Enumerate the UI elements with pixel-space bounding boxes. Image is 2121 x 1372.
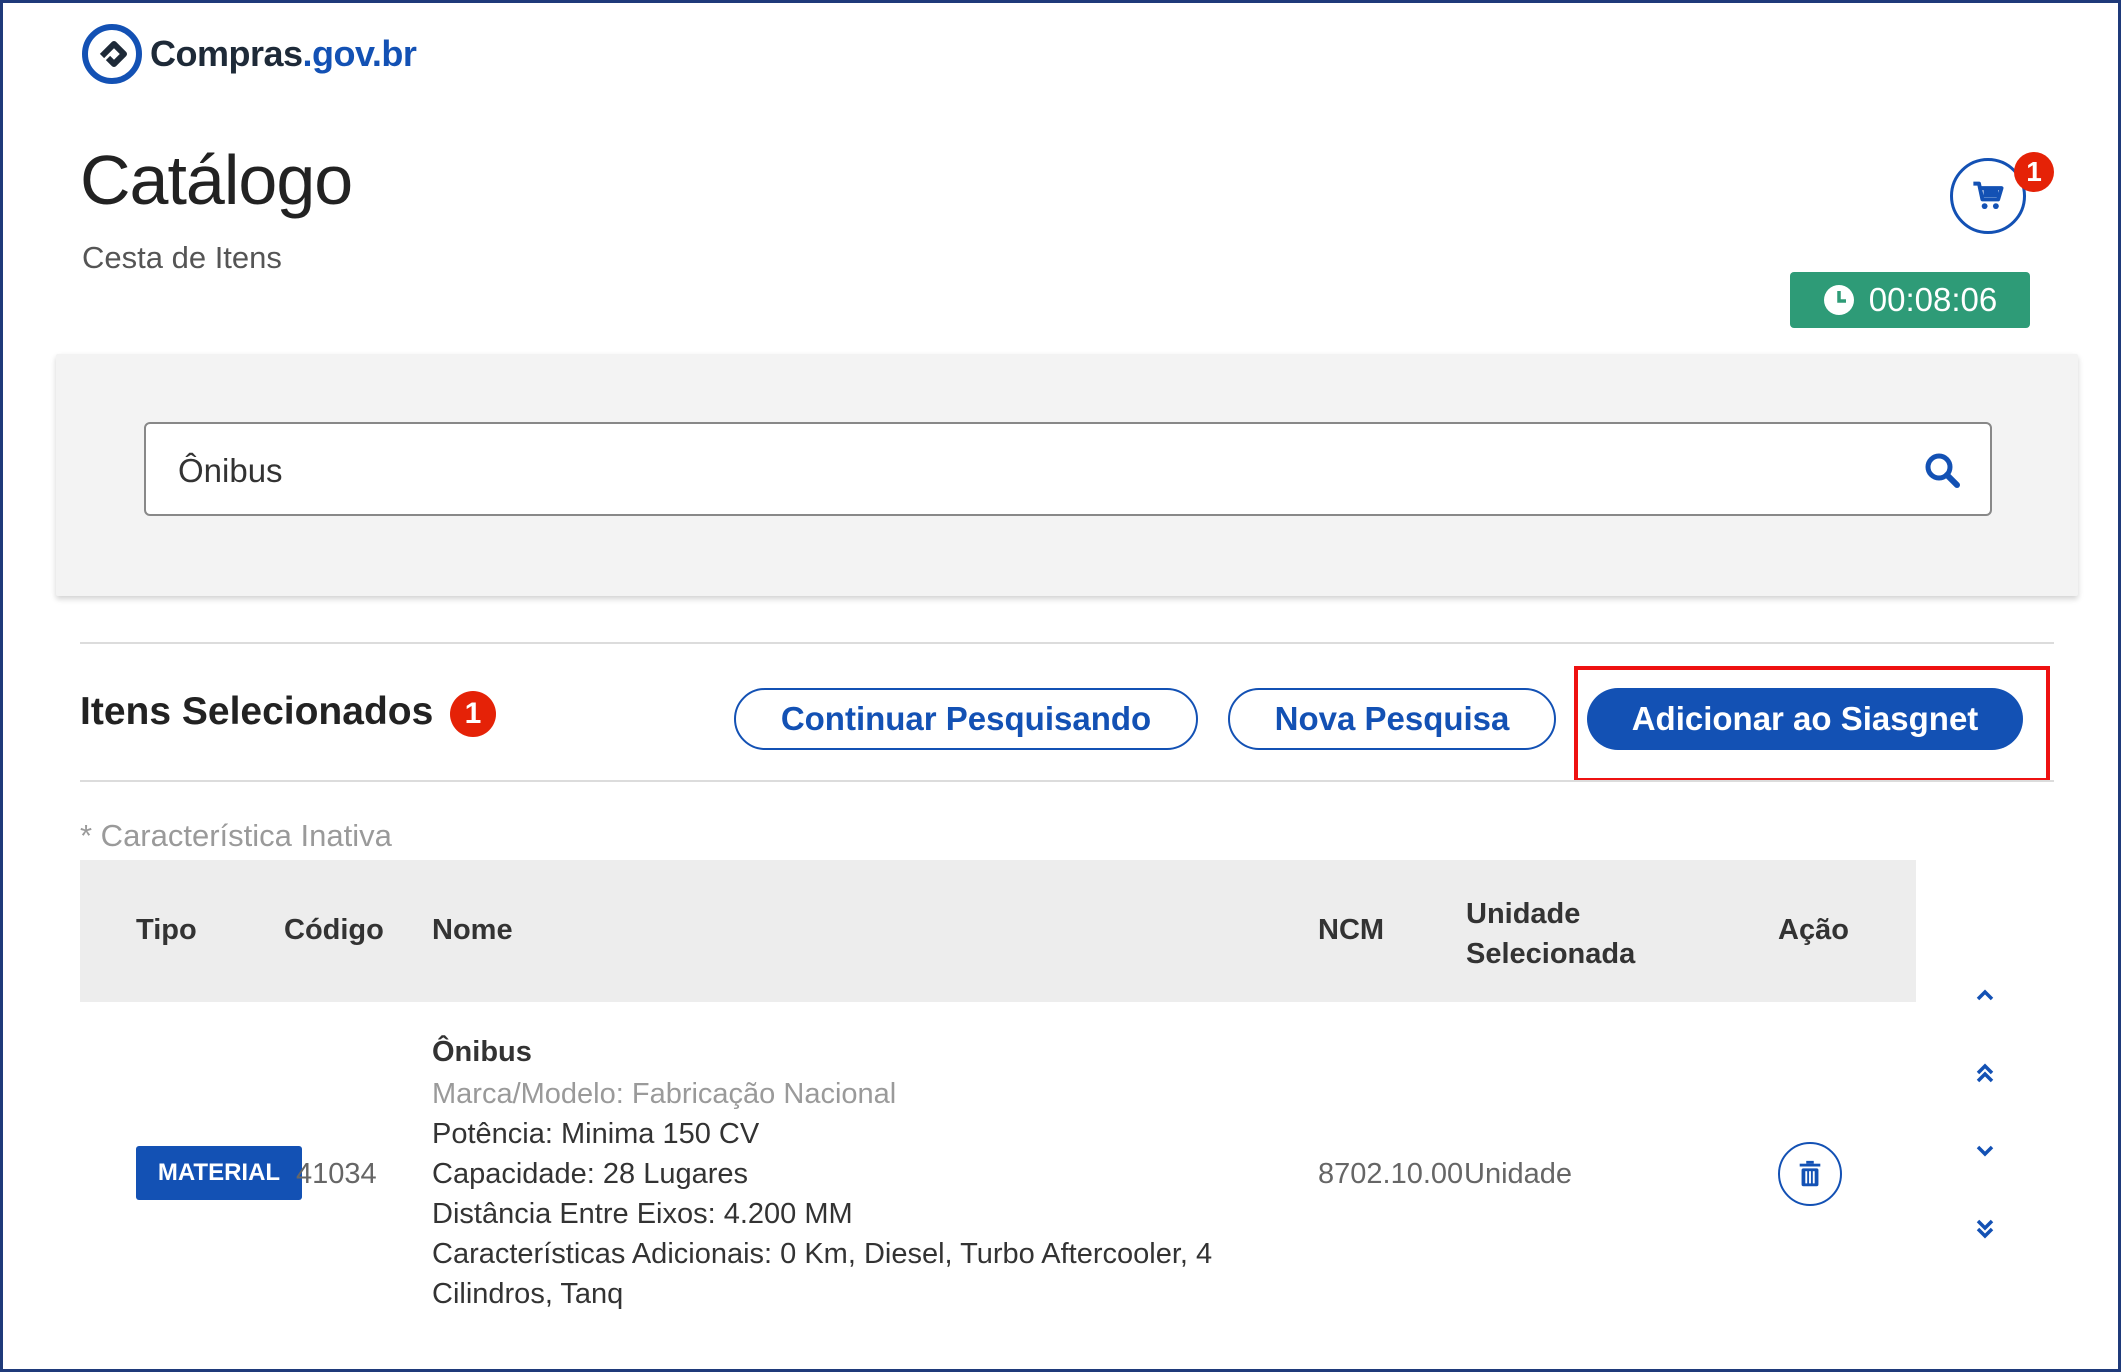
delete-item-button[interactable]	[1778, 1142, 1842, 1206]
highlight-box	[1574, 666, 2050, 782]
clock-icon	[1823, 285, 1854, 315]
trash-icon	[1799, 1160, 1821, 1187]
item-brand: Marca/Modelo: Fabricação Nacional	[432, 1078, 897, 1110]
page-subtitle: Cesta de Itens	[82, 240, 282, 275]
col-nome: Nome	[432, 914, 513, 946]
table-header: Tipo Código Nome NCM Unidade Selecionada …	[80, 860, 1916, 1002]
item-ncm: 8702.10.00	[1318, 1158, 1464, 1190]
move-bottom-icon[interactable]	[1970, 1214, 2000, 1244]
col-tipo: Tipo	[136, 914, 197, 946]
type-tag: MATERIAL	[136, 1146, 302, 1200]
timer-value: 00:08:06	[1868, 281, 1998, 318]
move-top-icon[interactable]	[1970, 1058, 2000, 1088]
move-down-icon[interactable]	[1970, 1136, 2000, 1166]
brand-name: Compras.gov.br	[150, 33, 417, 74]
inactive-note: * Característica Inativa	[80, 818, 392, 853]
col-ncm: NCM	[1318, 914, 1385, 946]
item-capacity: Capacidade: 28 Lugares	[432, 1158, 749, 1190]
item-unit: Unidade	[1464, 1158, 1573, 1190]
item-extra-features: Características Adicionais: 0 Km, Diesel…	[432, 1238, 1213, 1270]
page-title: Catálogo	[80, 141, 353, 219]
divider	[80, 780, 2054, 782]
divider	[80, 642, 2054, 644]
compras-logo-icon	[82, 24, 142, 84]
col-acao: Ação	[1778, 914, 1849, 946]
move-up-icon[interactable]	[1970, 980, 2000, 1010]
selected-items-title: Itens Selecionados	[80, 690, 434, 733]
item-name: Ônibus	[432, 1036, 532, 1068]
new-search-button[interactable]: Nova Pesquisa	[1228, 688, 1556, 750]
col-unidade: Unidade Selecionada	[1466, 898, 1636, 970]
cart-count-badge: 1	[2014, 152, 2054, 192]
item-extra-features-cont: Cilindros, Tanq	[432, 1278, 624, 1310]
session-timer: 00:08:06	[1790, 272, 2030, 328]
search-icon[interactable]	[1922, 450, 1962, 490]
col-codigo: Código	[284, 914, 384, 946]
item-power: Potência: Minima 150 CV	[432, 1118, 760, 1150]
item-details: Marca/Modelo: Fabricação Nacional Potênc…	[432, 1074, 1212, 1314]
selected-count-badge: 1	[450, 691, 496, 737]
cart-icon	[1973, 181, 2004, 210]
search-value: Ônibus	[178, 452, 283, 489]
item-code: 41034	[296, 1158, 377, 1190]
search-input[interactable]: Ônibus	[144, 422, 1992, 516]
continue-searching-button[interactable]: Continuar Pesquisando	[734, 688, 1198, 750]
item-wheelbase: Distância Entre Eixos: 4.200 MM	[432, 1198, 853, 1230]
brand-logo[interactable]: Compras.gov.br	[80, 22, 417, 86]
